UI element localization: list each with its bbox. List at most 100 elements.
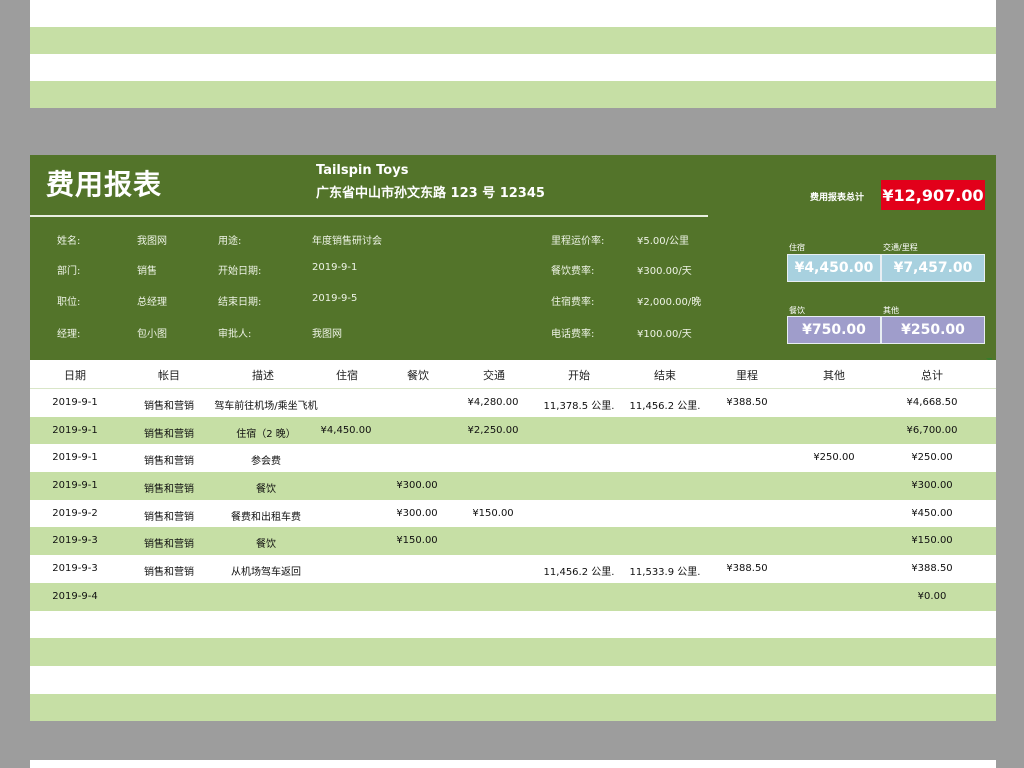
table-cell-total[interactable]: ¥300.00 xyxy=(911,480,952,491)
table-cell-desc[interactable]: 住宿（2 晚） xyxy=(236,425,296,440)
table-cell-desc[interactable]: 驾车前往机场/乘坐飞机 xyxy=(214,397,317,412)
transport-summary-label: 交通/里程 xyxy=(883,243,918,252)
table-cell-account[interactable]: 销售和营销 xyxy=(144,508,194,523)
table-cell-desc[interactable]: 从机场驾车返回 xyxy=(231,563,301,578)
table-cell-end[interactable]: 11,456.2 公里. xyxy=(630,397,701,412)
table-cell-total[interactable]: ¥250.00 xyxy=(911,452,952,463)
table-cell-account[interactable]: 销售和营销 xyxy=(144,425,194,440)
table-cell-transport[interactable]: ¥2,250.00 xyxy=(468,425,519,436)
end-date-label: 结束日期: xyxy=(218,297,262,308)
column-header[interactable]: 总计 xyxy=(921,367,943,383)
column-header[interactable]: 住宿 xyxy=(336,367,358,383)
column-header[interactable]: 餐饮 xyxy=(407,367,429,383)
table-cell-total[interactable]: ¥6,700.00 xyxy=(907,425,958,436)
table-cell-account[interactable]: 销售和营销 xyxy=(144,563,194,578)
transport-summary-value[interactable]: ¥7,457.00 xyxy=(881,254,985,282)
table-cell-total[interactable]: ¥150.00 xyxy=(911,535,952,546)
table-cell-other[interactable]: ¥250.00 xyxy=(813,452,854,463)
table-row: 2019-9-3 销售和营销 餐饮 ¥150.00 ¥150.00 xyxy=(30,527,996,556)
table-row: 2019-9-1 销售和营销 餐饮 ¥300.00 ¥300.00 xyxy=(30,472,996,500)
name-value[interactable]: 我图网 xyxy=(137,232,167,247)
meal-rate-value[interactable]: ¥300.00/天 xyxy=(637,262,692,277)
lodging-summary-label: 住宿 xyxy=(789,243,805,252)
table-row: 2019-9-4 ¥0.00 xyxy=(30,582,996,611)
position-value[interactable]: 总经理 xyxy=(137,293,167,308)
table-cell-desc[interactable]: 餐饮 xyxy=(256,480,276,495)
table-cell-account[interactable]: 销售和营销 xyxy=(144,535,194,550)
manager-value[interactable]: 包小图 xyxy=(137,325,167,340)
start-date-value[interactable]: 2019-9-1 xyxy=(312,262,357,273)
column-header[interactable]: 结束 xyxy=(654,367,676,383)
other-summary-value[interactable]: ¥250.00 xyxy=(881,316,985,344)
table-cell-date[interactable]: 2019-9-2 xyxy=(52,508,97,519)
table-cell-account[interactable]: 销售和营销 xyxy=(144,452,194,467)
column-header[interactable]: 日期 xyxy=(64,367,86,383)
column-header[interactable]: 开始 xyxy=(568,367,590,383)
table-header-row: 日期 帐目 描述 住宿 餐饮 交通 开始 结束 里程 其他 总计 xyxy=(30,360,996,389)
table-cell-total[interactable]: ¥388.50 xyxy=(911,563,952,574)
column-header[interactable]: 里程 xyxy=(736,367,758,383)
expense-table-body: 2019-9-1 销售和营销 驾车前往机场/乘坐飞机 ¥4,280.00 11,378.… xyxy=(30,389,996,722)
table-cell-account[interactable]: 销售和营销 xyxy=(144,397,194,412)
purpose-label: 用途: xyxy=(218,236,242,247)
table-cell-account[interactable]: 销售和营销 xyxy=(144,480,194,495)
report-header: 费用报表 Tailspin Toys 广东省中山市孙文东路 123 号 1234… xyxy=(30,155,996,360)
phone-rate-value[interactable]: ¥100.00/天 xyxy=(637,325,692,340)
mileage-rate-label: 里程运价率: xyxy=(551,236,605,247)
table-cell-lodging[interactable]: ¥4,450.00 xyxy=(321,425,372,436)
manager-label: 经理: xyxy=(57,329,81,340)
report-total-value[interactable]: ¥12,907.00 xyxy=(881,180,985,210)
table-row xyxy=(30,638,996,666)
previous-sheet xyxy=(30,0,996,108)
table-cell-meals[interactable]: ¥300.00 xyxy=(396,480,437,491)
table-cell-date[interactable]: 2019-9-1 xyxy=(52,452,97,463)
table-cell-transport[interactable]: ¥150.00 xyxy=(472,508,513,519)
expense-report-sheet: 费用报表 Tailspin Toys 广东省中山市孙文东路 123 号 1234… xyxy=(30,155,996,722)
end-date-value[interactable]: 2019-9-5 xyxy=(312,293,357,304)
table-cell-date[interactable]: 2019-9-1 xyxy=(52,480,97,491)
meals-summary-value[interactable]: ¥750.00 xyxy=(787,316,881,344)
report-total-label: 费用报表总计 xyxy=(810,193,865,203)
table-cell-total[interactable]: ¥0.00 xyxy=(918,591,947,602)
table-cell-total[interactable]: ¥4,668.50 xyxy=(907,397,958,408)
table-cell-transport[interactable]: ¥4,280.00 xyxy=(468,397,519,408)
mileage-rate-value[interactable]: ¥5.00/公里 xyxy=(637,232,689,247)
company-address[interactable]: 广东省中山市孙文东路 123 号 12345 xyxy=(316,182,545,201)
table-row xyxy=(30,665,996,694)
table-cell-desc[interactable]: 餐费和出租车费 xyxy=(231,508,301,523)
company-name[interactable]: Tailspin Toys xyxy=(316,163,408,178)
table-cell-date[interactable]: 2019-9-3 xyxy=(52,563,97,574)
column-header[interactable]: 其他 xyxy=(823,367,845,383)
lodging-rate-value[interactable]: ¥2,000.00/晚 xyxy=(637,293,701,308)
band-row xyxy=(30,0,996,27)
report-title[interactable]: 费用报表 xyxy=(46,163,162,203)
table-cell-desc[interactable]: 参会费 xyxy=(251,452,281,467)
position-label: 职位: xyxy=(57,297,81,308)
name-label: 姓名: xyxy=(57,236,81,247)
table-cell-date[interactable]: 2019-9-1 xyxy=(52,397,97,408)
table-cell-date[interactable]: 2019-9-3 xyxy=(52,535,97,546)
other-summary-label: 其他 xyxy=(883,306,899,315)
table-cell-start[interactable]: 11,378.5 公里. xyxy=(544,397,615,412)
lodging-summary-value[interactable]: ¥4,450.00 xyxy=(787,254,881,282)
table-cell-meals[interactable]: ¥150.00 xyxy=(396,535,437,546)
table-cell-mileage[interactable]: ¥388.50 xyxy=(726,563,767,574)
department-label: 部门: xyxy=(57,266,81,277)
column-header[interactable]: 交通 xyxy=(483,367,505,383)
band-row xyxy=(30,54,996,81)
table-cell-mileage[interactable]: ¥388.50 xyxy=(726,397,767,408)
column-header[interactable]: 帐目 xyxy=(158,367,180,383)
department-value[interactable]: 销售 xyxy=(137,262,157,277)
table-cell-date[interactable]: 2019-9-4 xyxy=(52,591,97,602)
table-row: 2019-9-1 销售和营销 驾车前往机场/乘坐飞机 ¥4,280.00 11,378.… xyxy=(30,389,996,417)
column-header[interactable]: 描述 xyxy=(252,367,274,383)
table-cell-end[interactable]: 11,533.9 公里. xyxy=(630,563,701,578)
table-cell-date[interactable]: 2019-9-1 xyxy=(52,425,97,436)
table-cell-total[interactable]: ¥450.00 xyxy=(911,508,952,519)
table-cell-desc[interactable]: 餐饮 xyxy=(256,535,276,550)
purpose-value[interactable]: 年度销售研讨会 xyxy=(312,232,382,247)
approver-value[interactable]: 我图网 xyxy=(312,325,342,340)
table-row xyxy=(30,693,996,722)
table-cell-meals[interactable]: ¥300.00 xyxy=(396,508,437,519)
table-cell-start[interactable]: 11,456.2 公里. xyxy=(544,563,615,578)
